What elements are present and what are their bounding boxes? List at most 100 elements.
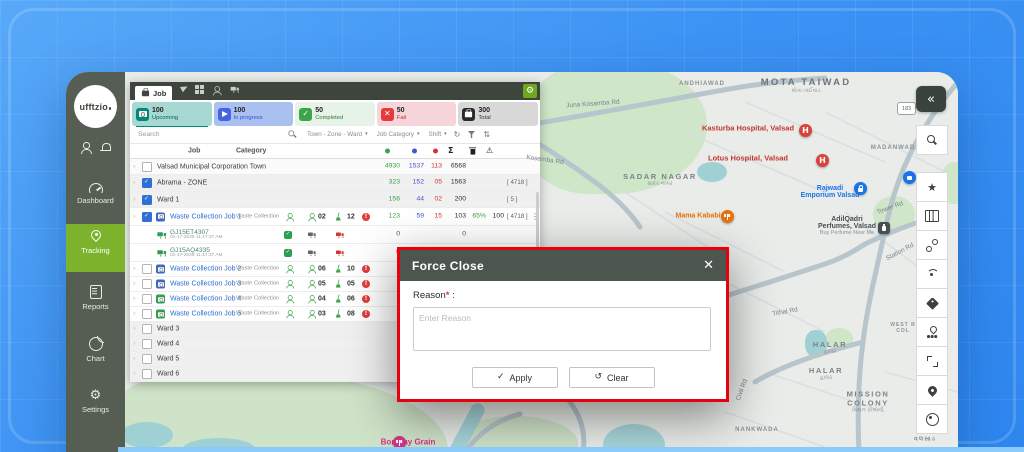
sidebar-item-chart[interactable]: Chart: [66, 332, 125, 368]
favorites-button[interactable]: ★: [916, 172, 948, 202]
inprogress-dot-icon: [412, 149, 417, 154]
row-checkbox[interactable]: [142, 162, 152, 172]
restaurant-marker[interactable]: [721, 210, 734, 223]
clear-button[interactable]: ↺Clear: [569, 367, 655, 388]
star-icon: ★: [927, 182, 937, 193]
table-row[interactable]: › Ward 1 156 44 02 200 [ 5 ]: [130, 192, 540, 208]
expand-caret[interactable]: ›: [133, 311, 136, 318]
table-row[interactable]: › Valsad Municipal Corporation Town 4930…: [130, 159, 540, 175]
expand-caret[interactable]: ›: [133, 163, 136, 170]
apply-button[interactable]: ✓Apply: [472, 367, 558, 388]
panel-settings-button[interactable]: ⚙: [523, 84, 537, 98]
filter-button[interactable]: [467, 130, 476, 139]
pin-icon: [926, 384, 939, 397]
search-icon[interactable]: [288, 130, 296, 138]
stat-upcoming[interactable]: 100Upcoming: [132, 102, 212, 126]
filter-shift[interactable]: Shift▾: [429, 131, 447, 138]
route-button[interactable]: [916, 230, 948, 260]
bottom-strip: [118, 447, 1024, 452]
row-checkbox[interactable]: [142, 178, 152, 188]
map-layers-button[interactable]: [916, 201, 948, 231]
satellite-button[interactable]: [916, 259, 948, 289]
locate-me-button[interactable]: [916, 404, 948, 434]
row-checkbox[interactable]: [142, 264, 152, 274]
expand-caret[interactable]: ›: [133, 371, 136, 378]
sidebar: ufftzio Dashboard Tracking Reports Chart…: [66, 72, 125, 452]
cluster-button[interactable]: [916, 317, 948, 347]
tab-job[interactable]: Job: [135, 86, 172, 100]
bottle-icon: [882, 226, 886, 231]
close-icon[interactable]: ✕: [703, 259, 714, 272]
job-name[interactable]: Waste Collection Job 3: [170, 281, 241, 288]
expand-caret[interactable]: ›: [133, 326, 136, 333]
job-name[interactable]: Waste Collection Job 1: [170, 213, 241, 220]
row-checkbox[interactable]: [142, 309, 152, 319]
person-icon[interactable]: [212, 86, 221, 95]
nav-arrow-icon[interactable]: [180, 84, 189, 93]
perfume-marker[interactable]: [878, 222, 890, 234]
group-name: Ward 3: [157, 326, 179, 333]
row-checkbox[interactable]: [142, 354, 152, 364]
row-checkbox[interactable]: [142, 369, 152, 379]
modal-title: Force Close: [412, 259, 484, 273]
chevron-down-icon: ▾: [444, 132, 447, 137]
job-name[interactable]: Waste Collection Job 2: [170, 266, 241, 273]
profile-icon[interactable]: [80, 142, 91, 153]
job-name[interactable]: Waste Collection Job 4: [170, 296, 241, 303]
labor-icon: [306, 279, 317, 290]
reason-textarea[interactable]: [413, 307, 711, 351]
drop-pin-button[interactable]: [916, 375, 948, 405]
filter-town-zone-ward[interactable]: Town - Zone - Ward▾: [307, 131, 368, 138]
stat-total[interactable]: 300Total: [458, 102, 538, 126]
vehicle-icon[interactable]: [231, 86, 241, 93]
sidebar-item-dashboard[interactable]: Dashboard: [66, 178, 125, 210]
table-row[interactable]: › Waste Collection Job 1 Waste Collectio…: [130, 208, 540, 226]
grid-icon[interactable]: [195, 85, 204, 94]
table-row[interactable]: › Abrama - ZONE 323 152 05 1563 [ 4718 ]: [130, 175, 540, 192]
search-input[interactable]: [136, 130, 245, 139]
stat-completed[interactable]: ✓ 50Completed: [295, 102, 375, 126]
refresh-button[interactable]: ↻: [454, 131, 461, 139]
sidebar-item-tracking[interactable]: Tracking: [66, 224, 125, 272]
shop-marker[interactable]: [854, 182, 867, 195]
stat-fail[interactable]: ✕ 50Fail: [377, 102, 457, 126]
row-checkbox[interactable]: [142, 212, 152, 222]
row-checkbox[interactable]: [142, 294, 152, 304]
row-checkbox[interactable]: [142, 195, 152, 205]
notifications-icon[interactable]: [100, 142, 111, 153]
cart-icon: [907, 176, 912, 180]
row-checkbox[interactable]: [142, 324, 152, 334]
row-checkbox[interactable]: [142, 339, 152, 349]
close-icon: ✕: [381, 108, 394, 121]
expand-caret[interactable]: ›: [133, 213, 136, 220]
map-search-button[interactable]: [916, 125, 948, 155]
map-canvas[interactable]: ANDHIAWAD MOTA TAIWADમોતા તાઈવાડ Juna Ko…: [125, 72, 958, 452]
expand-caret[interactable]: ›: [133, 266, 136, 273]
expand-caret[interactable]: ›: [133, 341, 136, 348]
hospital-marker[interactable]: H: [816, 154, 829, 167]
fullscreen-button[interactable]: [916, 346, 948, 376]
expand-caret[interactable]: ›: [133, 296, 136, 303]
lock-icon: [858, 188, 863, 192]
route-shield: 183: [897, 102, 916, 115]
labor-icon: [306, 309, 317, 320]
filter-job-category[interactable]: Job Category▾: [377, 131, 420, 138]
table-row[interactable]: GJ15ET4307 01-17-2025 11:17:37 AM ✓ 0 0: [130, 226, 540, 244]
expand-caret[interactable]: ›: [133, 356, 136, 363]
sidebar-item-reports[interactable]: Reports: [66, 280, 125, 316]
route-icon: [926, 239, 938, 251]
job-name[interactable]: Waste Collection Job 5: [170, 311, 241, 318]
expand-caret[interactable]: ›: [133, 180, 136, 187]
sidebar-item-settings[interactable]: ⚙ Settings: [66, 384, 125, 419]
vehicle-timestamp: 01-17-2025 11:17:37 AM: [170, 254, 222, 259]
collapse-panel-button[interactable]: «: [916, 86, 946, 112]
expand-caret[interactable]: ›: [133, 196, 136, 203]
sort-button[interactable]: ⇅: [483, 131, 490, 139]
stat-in-progress[interactable]: 100In progress: [214, 102, 294, 126]
label-tags-button[interactable]: [916, 288, 948, 318]
hospital-marker[interactable]: H: [799, 124, 812, 137]
group-name: Abrama - ZONE: [157, 180, 207, 187]
row-checkbox[interactable]: [142, 279, 152, 289]
expand-caret[interactable]: ›: [133, 281, 136, 288]
store-marker[interactable]: [903, 171, 916, 184]
